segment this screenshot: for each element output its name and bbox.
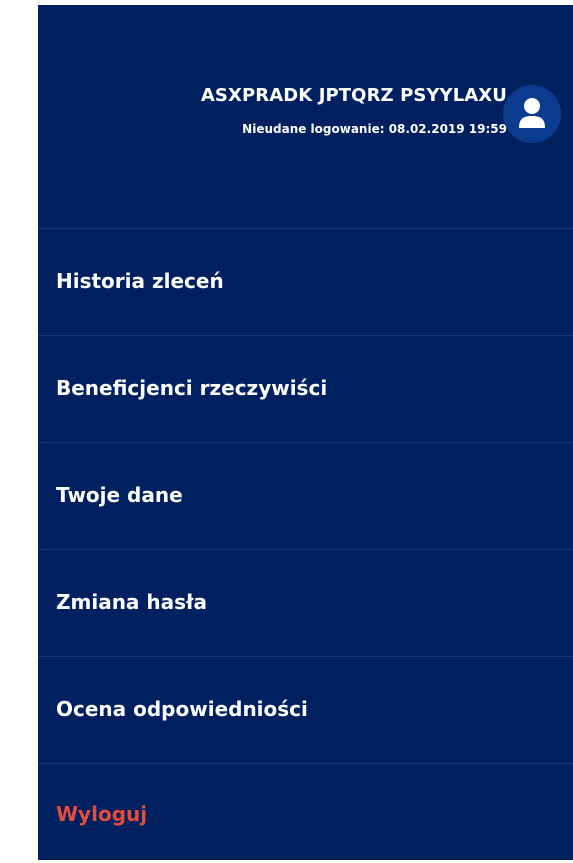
menu-item-label: Twoje dane	[56, 483, 183, 507]
logout-button[interactable]: Wyloguj	[38, 763, 573, 860]
menu-item-appropriateness-assessment[interactable]: Ocena odpowiedniości	[38, 656, 573, 763]
menu-item-label: Historia zleceń	[56, 269, 224, 293]
menu-item-beneficial-owners[interactable]: Beneficjenci rzeczywiści	[38, 335, 573, 442]
logout-label: Wyloguj	[56, 802, 148, 826]
user-header: ASXPRADK JPTQRZ PSYYLAXU Nieudane logowa…	[38, 5, 573, 228]
menu-item-label: Ocena odpowiedniości	[56, 697, 308, 721]
menu-item-history[interactable]: Historia zleceń	[38, 228, 573, 335]
account-menu-panel: ASXPRADK JPTQRZ PSYYLAXU Nieudane logowa…	[38, 5, 573, 860]
user-name: ASXPRADK JPTQRZ PSYYLAXU	[200, 85, 507, 106]
menu-item-label: Zmiana hasła	[56, 590, 207, 614]
menu-item-change-password[interactable]: Zmiana hasła	[38, 549, 573, 656]
user-icon[interactable]	[503, 85, 561, 143]
menu-item-label: Beneficjenci rzeczywiści	[56, 376, 328, 400]
menu-item-personal-data[interactable]: Twoje dane	[38, 442, 573, 549]
account-menu: Historia zleceń Beneficjenci rzeczywiści…	[38, 228, 573, 860]
last-login-info: Nieudane logowanie: 08.02.2019 19:59	[242, 122, 507, 136]
